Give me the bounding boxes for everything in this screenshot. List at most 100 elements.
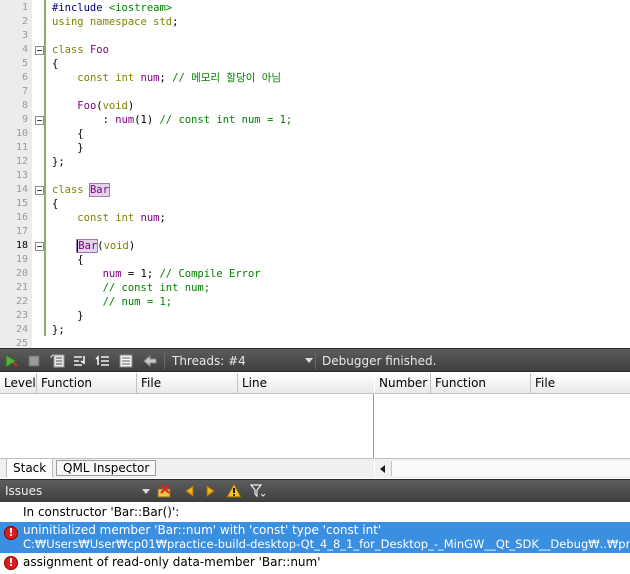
column-header-file[interactable]: File bbox=[531, 373, 630, 394]
reverse-direction-icon[interactable] bbox=[142, 353, 158, 369]
code-line[interactable]: 19 { bbox=[0, 253, 630, 267]
code-token: // num = 1; bbox=[102, 296, 173, 308]
column-header-line[interactable]: Line bbox=[238, 373, 374, 394]
line-number: 15 bbox=[15, 198, 28, 209]
line-number: 16 bbox=[15, 212, 28, 223]
threads-selector[interactable]: Threads: #4 bbox=[172, 353, 246, 369]
issue-file-path: C:₩Users₩User₩cp01₩practice-build-deskto… bbox=[23, 537, 630, 551]
code-line[interactable]: 23 } bbox=[0, 309, 630, 323]
line-number: 12 bbox=[15, 156, 28, 167]
code-line[interactable]: 4 class Foo bbox=[0, 43, 630, 57]
code-line[interactable]: 7 bbox=[0, 85, 630, 99]
fold-toggle-icon[interactable] bbox=[35, 46, 44, 55]
fold-toggle-icon[interactable] bbox=[35, 186, 44, 195]
code-text: { bbox=[52, 127, 84, 141]
warning-filter-icon[interactable] bbox=[226, 483, 242, 499]
threads-pane: Number Function File bbox=[375, 373, 630, 478]
code-editor[interactable]: 1 #include <iostream> 2 using namespace std… bbox=[0, 0, 630, 348]
filter-icon[interactable] bbox=[250, 483, 266, 499]
step-over-icon[interactable] bbox=[50, 353, 66, 369]
step-into-icon[interactable] bbox=[72, 353, 88, 369]
code-line[interactable]: 2 using namespace std; bbox=[0, 15, 630, 29]
fold-toggle-icon[interactable] bbox=[35, 242, 44, 251]
issue-message: assignment of read-only data-member 'Bar… bbox=[23, 555, 321, 569]
column-header-function[interactable]: Function bbox=[37, 373, 137, 394]
threads-dropdown-arrow-icon[interactable] bbox=[305, 358, 313, 363]
code-token: { bbox=[52, 128, 84, 140]
scroll-track[interactable] bbox=[391, 461, 630, 476]
code-token: const int bbox=[77, 212, 141, 224]
code-line[interactable]: 13 bbox=[0, 169, 630, 183]
code-text: #include <iostream> bbox=[52, 1, 172, 15]
code-line[interactable]: 5{ bbox=[0, 57, 630, 71]
code-text: Foo(void) bbox=[52, 99, 134, 113]
toolbar-separator bbox=[164, 353, 165, 369]
code-text: { bbox=[52, 197, 58, 211]
column-header-file[interactable]: File bbox=[137, 373, 238, 394]
previous-issue-icon[interactable] bbox=[181, 483, 197, 499]
code-line[interactable]: 14 class Bar bbox=[0, 183, 630, 197]
code-line[interactable]: 17 bbox=[0, 225, 630, 239]
issue-row[interactable]: In constructor 'Bar::Bar()': bbox=[0, 502, 630, 520]
horizontal-scrollbar[interactable] bbox=[375, 458, 630, 478]
code-text: }; bbox=[52, 155, 65, 169]
issues-toolbar: Issues bbox=[0, 479, 630, 502]
code-token: }; bbox=[52, 324, 65, 336]
code-token: void bbox=[103, 240, 129, 252]
clear-issues-icon[interactable] bbox=[157, 483, 173, 499]
code-line[interactable]: 3 bbox=[0, 29, 630, 43]
code-line[interactable]: 6 const int num; // 메모리 할당이 아님 bbox=[0, 71, 630, 85]
scroll-left-arrow-icon[interactable] bbox=[380, 465, 385, 473]
step-instruction-icon[interactable] bbox=[118, 353, 134, 369]
stack-pane: Level Function File Line Stack QML Inspe… bbox=[0, 373, 374, 478]
line-number: 13 bbox=[15, 170, 28, 181]
line-number: 20 bbox=[15, 268, 28, 279]
stop-debug-icon[interactable] bbox=[26, 353, 42, 369]
code-line[interactable]: 20 num = 1; // Compile Error bbox=[0, 267, 630, 281]
code-token: ; bbox=[159, 212, 166, 224]
code-text: }; bbox=[52, 323, 65, 337]
code-token: } bbox=[52, 142, 84, 154]
line-number: 1 bbox=[21, 2, 28, 13]
fold-toggle-icon[interactable] bbox=[35, 116, 44, 125]
code-line[interactable]: 16 const int num; bbox=[0, 211, 630, 225]
code-line[interactable]: 24}; bbox=[0, 323, 630, 337]
code-token: { bbox=[52, 58, 59, 70]
code-token: num bbox=[115, 114, 135, 126]
code-line[interactable]: 11 } bbox=[0, 141, 630, 155]
issues-pane-title[interactable]: Issues bbox=[5, 484, 42, 498]
line-number: 4 bbox=[21, 44, 28, 55]
code-line[interactable]: 18 Bar(void) bbox=[0, 239, 630, 253]
issue-row[interactable]: ! assignment of read-only data-member 'B… bbox=[0, 554, 630, 572]
line-number: 8 bbox=[21, 100, 28, 111]
next-issue-icon[interactable] bbox=[203, 483, 219, 499]
code-text: // num = 1; bbox=[52, 295, 173, 309]
stack-header: Level Function File Line bbox=[0, 373, 374, 394]
code-line[interactable]: 25 bbox=[0, 337, 630, 348]
code-line[interactable]: 22 // num = 1; bbox=[0, 295, 630, 309]
tab-qml-inspector[interactable]: QML Inspector bbox=[56, 460, 157, 476]
code-line[interactable]: 10 { bbox=[0, 127, 630, 141]
code-token: using namespace bbox=[52, 16, 154, 28]
code-line[interactable]: 21 // const int num; bbox=[0, 281, 630, 295]
step-out-icon[interactable] bbox=[95, 353, 111, 369]
code-line[interactable]: 1 #include <iostream> bbox=[0, 1, 630, 15]
tab-stack[interactable]: Stack bbox=[6, 459, 54, 478]
column-header-level[interactable]: Level bbox=[0, 373, 37, 394]
error-icon: ! bbox=[4, 556, 18, 570]
issue-row[interactable]: ! uninitialized member 'Bar::num' with '… bbox=[0, 522, 630, 553]
code-line[interactable]: 12}; bbox=[0, 155, 630, 169]
code-text: // const int num; bbox=[52, 281, 210, 295]
code-line[interactable]: 9 : num(1) // const int num = 1; bbox=[0, 113, 630, 127]
toolbar-separator bbox=[315, 353, 316, 369]
code-line[interactable]: 15 { bbox=[0, 197, 630, 211]
column-header-function[interactable]: Function bbox=[431, 373, 531, 394]
continue-debug-icon[interactable] bbox=[3, 353, 19, 369]
pane-dropdown-arrow-icon[interactable] bbox=[142, 489, 150, 494]
column-header-number[interactable]: Number bbox=[375, 373, 431, 394]
code-line[interactable]: 8 Foo(void) bbox=[0, 99, 630, 113]
